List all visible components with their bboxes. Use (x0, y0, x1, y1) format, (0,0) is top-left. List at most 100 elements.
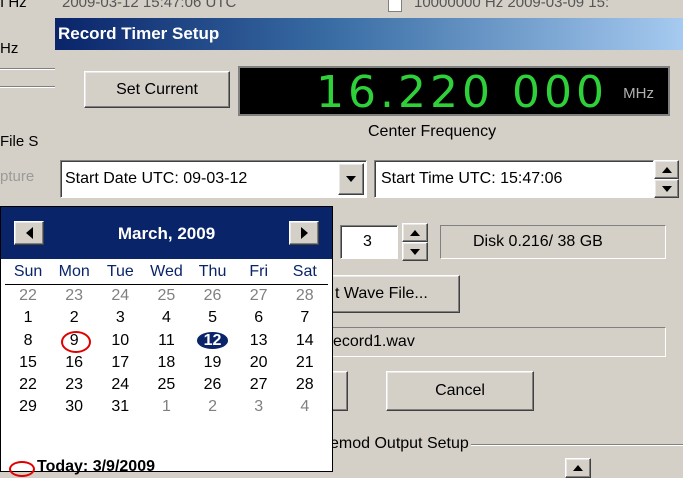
calendar-day[interactable]: 21 (282, 352, 328, 374)
calendar-day[interactable]: 29 (5, 396, 51, 418)
cancel-label: Cancel (435, 382, 485, 399)
calendar-prev-month-button[interactable] (14, 221, 44, 245)
demod-dropdown-button[interactable] (565, 458, 591, 478)
calendar-day[interactable]: 8 (5, 330, 51, 352)
arrow-right-icon (300, 227, 308, 239)
arrow-down-icon (410, 248, 420, 255)
calendar-day-number: 21 (295, 353, 314, 371)
calendar-day[interactable]: 23 (51, 285, 97, 307)
calendar-day[interactable]: 24 (97, 374, 143, 396)
calendar-day[interactable]: 1 (5, 307, 51, 329)
calendar-day[interactable]: 25 (143, 374, 189, 396)
spin-up-button[interactable] (402, 223, 428, 242)
background-divider (0, 68, 55, 70)
calendar-day[interactable]: 23 (51, 374, 97, 396)
calendar-weekday-label: Wed (150, 263, 183, 280)
calendar-day[interactable]: 5 (190, 307, 236, 329)
cancel-button[interactable]: Cancel (386, 371, 534, 411)
calendar-day-number: 15 (19, 353, 37, 371)
calendar-day[interactable]: 25 (143, 285, 189, 307)
calendar-day[interactable]: 3 (97, 307, 143, 329)
calendar-week-row: 22 23 24 25 26 27 28 (5, 374, 328, 396)
calendar-day[interactable]: 18 (143, 352, 189, 374)
duration-spinner[interactable] (402, 223, 428, 261)
arrow-left-icon (25, 227, 33, 239)
calendar-day-number: 4 (300, 398, 310, 416)
calendar-day-number: 22 (19, 376, 37, 394)
dialog-title-bar[interactable]: Record Timer Setup (55, 18, 683, 50)
disk-status-text: Disk 0.216/ 38 GB (473, 233, 603, 250)
calendar-day-number: 1 (161, 398, 171, 416)
duration-value: 3 (363, 233, 372, 250)
calendar-day[interactable]: 31 (97, 396, 143, 418)
calendar-day[interactable]: 28 (282, 374, 328, 396)
calendar-day[interactable]: 30 (51, 396, 97, 418)
frequency-unit: MHz (623, 85, 654, 102)
background-hz-label: I Hz (0, 0, 27, 11)
calendar-day[interactable]: 7 (282, 307, 328, 329)
start-date-dropdown-button[interactable] (338, 163, 364, 195)
spin-down-button[interactable] (402, 242, 428, 261)
calendar-day-number: 24 (111, 376, 130, 394)
calendar-day-number: 22 (19, 287, 37, 304)
calendar-day[interactable]: 28 (282, 285, 328, 307)
background-checkbox[interactable] (388, 0, 402, 12)
calendar-day[interactable]: 12 (190, 330, 236, 352)
calendar-month-label[interactable]: March, 2009 (61, 224, 272, 244)
calendar-grid: Sun Mon Tue Wed Thu Fri Sat 22 23 24 25 26 27 28 1 2 3 4… (5, 263, 328, 419)
calendar-day[interactable]: 22 (5, 285, 51, 307)
calendar-day[interactable]: 22 (5, 374, 51, 396)
calendar-day[interactable]: 2 (190, 396, 236, 418)
duration-input[interactable]: 3 (340, 225, 398, 259)
frequency-value: 16.220 000 (316, 67, 608, 118)
select-wave-file-button[interactable]: t Wave File... (318, 275, 460, 313)
chevron-down-icon (346, 176, 356, 182)
calendar-day[interactable]: 24 (97, 285, 143, 307)
calendar-day-number: 30 (65, 398, 84, 416)
background-timestamp: 2009-03-12 15:47:06 UTC (62, 0, 237, 11)
calendar-day[interactable]: 27 (236, 285, 282, 307)
calendar-day-number: 13 (249, 331, 268, 349)
calendar-day[interactable]: 14 (282, 330, 328, 352)
calendar-day-number: 25 (157, 287, 176, 304)
calendar-week-row: 29 30 31 1 2 3 4 (5, 396, 328, 418)
calendar-day[interactable]: 3 (236, 396, 282, 418)
calendar-day[interactable]: 19 (190, 352, 236, 374)
calendar-day[interactable]: 2 (51, 307, 97, 329)
calendar-today-link[interactable]: Today: 3/9/2009 (5, 458, 155, 476)
calendar-day[interactable]: 9 (51, 330, 97, 353)
demod-output-setup-label: emod Output Setup (330, 435, 471, 453)
calendar-day[interactable]: 11 (143, 330, 189, 352)
start-time-field[interactable]: Start Time UTC: 15:47:06 (374, 160, 654, 198)
calendar-day[interactable]: 20 (236, 352, 282, 374)
spin-down-button[interactable] (654, 179, 679, 198)
arrow-up-icon (410, 229, 420, 236)
calendar-day[interactable]: 17 (97, 352, 143, 374)
start-date-field[interactable]: Start Date UTC: 09-03-12 (60, 160, 367, 198)
calendar-day[interactable]: 26 (190, 285, 236, 307)
calendar-day[interactable]: 4 (143, 307, 189, 329)
spin-up-button[interactable] (654, 160, 679, 179)
calendar-day-number: 28 (295, 287, 314, 304)
start-time-spinner[interactable] (654, 160, 679, 198)
calendar-day[interactable]: 16 (51, 352, 97, 374)
calendar-day[interactable]: 26 (190, 374, 236, 396)
calendar-day[interactable]: 27 (236, 374, 282, 396)
calendar-day[interactable]: 6 (236, 307, 282, 329)
calendar-week-row: 8 9 10 11 12 13 14 (5, 330, 328, 353)
set-current-button[interactable]: Set Current (84, 71, 230, 108)
calendar-day[interactable]: 15 (5, 352, 51, 374)
center-frequency-caption: Center Frequency (368, 123, 497, 140)
calendar-day-number: 20 (249, 353, 268, 371)
calendar-week-row: 15 16 17 18 19 20 21 (5, 352, 328, 374)
calendar-popup[interactable]: March, 2009 Sun Mon Tue Wed Thu Fri Sat 22 23 24… (0, 206, 333, 477)
dialog-title: Record Timer Setup (58, 24, 220, 43)
calendar-day[interactable]: 1 (143, 396, 189, 418)
calendar-day[interactable]: 10 (97, 330, 143, 352)
calendar-weekday-row: Sun Mon Tue Wed Thu Fri Sat (5, 263, 328, 285)
calendar-day[interactable]: 13 (236, 330, 282, 352)
background-frequency-timestamp: 10000000 Hz 2009-03-09 15: (414, 0, 610, 11)
calendar-next-month-button[interactable] (289, 221, 319, 245)
calendar-day[interactable]: 4 (282, 396, 328, 418)
select-wave-file-label: t Wave File... (335, 285, 428, 302)
